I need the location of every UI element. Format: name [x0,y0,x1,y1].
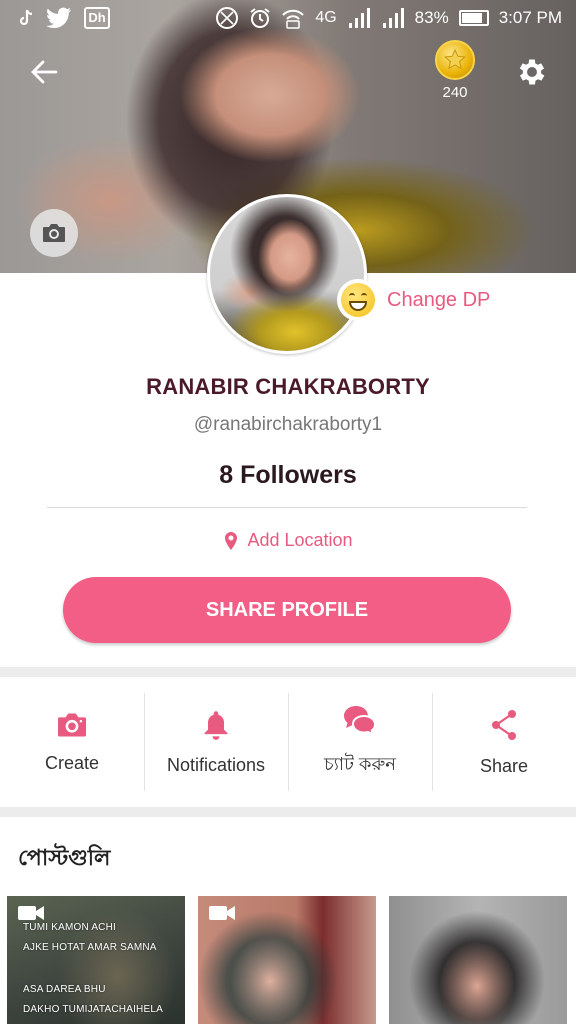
change-dp-button[interactable]: Change DP [337,278,490,322]
coin-count: 240 [442,84,468,101]
tiktok-icon [18,9,34,27]
camera-icon [58,713,86,736]
clock: 3:07 PM [498,8,562,27]
posts-section: পোস্টগুলি TUMI KAMON ACHI AJKE HOTAT AMA… [0,817,576,1024]
volte-icon [281,7,305,29]
share-icon [492,709,516,740]
post-thumbnail[interactable] [198,896,376,1024]
profile-handle: @ranabirchakraborty1 [193,414,383,435]
post-overlay-line: DAKHO TUMIJATACHAIHELA [23,1004,163,1015]
action-row: Create Notifications চ্যাট করুন Share [0,677,576,807]
share-label: Share [479,755,529,776]
network-type: 4G [315,9,337,26]
video-camera-icon [18,906,44,920]
post-overlay-line: TUMI KAMON ACHI [23,922,117,933]
app-badge: Dh [84,7,110,29]
battery-percent: 83% [414,8,449,27]
twitter-icon [46,7,72,29]
header-actions: 240 [0,40,576,110]
chat-label: চ্যাট করুন [323,753,397,774]
status-bar: Dh 4G 83% 3:07 PM [0,0,576,36]
battery-icon [458,10,489,26]
profile-avatar[interactable] [207,194,367,354]
aperture-icon [215,6,239,30]
share-profile-button[interactable]: SHARE PROFILE [63,577,511,643]
chat-icon [344,705,377,736]
video-camera-icon [209,906,235,920]
bell-icon [204,710,228,740]
alarm-icon [249,7,271,29]
change-cover-button[interactable] [30,209,78,257]
followers-count[interactable]: 8 Followers [0,461,576,490]
add-location-label: Add Location [247,530,353,550]
signal-icon-1 [347,7,371,29]
post-thumbnail[interactable] [389,896,567,1024]
create-label: Create [44,752,100,773]
change-dp-label: Change DP [387,288,491,311]
divider [47,507,527,508]
post-overlay-line: ASA DAREA BHU [23,984,106,995]
create-button[interactable]: Create [0,677,144,807]
notifications-label: Notifications [166,754,266,775]
posts-title: পোস্টগুলি [18,845,111,870]
add-location-button[interactable]: Add Location [0,530,576,551]
back-arrow-icon [31,60,58,84]
back-button[interactable] [22,52,66,92]
signal-icon-2 [381,7,405,29]
notifications-button[interactable]: Notifications [144,677,288,807]
profile-name: RANABIR CHAKRABORTY [146,374,430,399]
share-button[interactable]: Share [432,677,576,807]
coin-balance[interactable]: 240 [430,40,480,101]
gear-icon [519,59,545,85]
camera-icon [43,224,65,242]
location-pin-icon [225,531,238,550]
post-overlay-line: AJKE HOTAT AMAR SAMNA [23,942,157,953]
settings-button[interactable] [510,52,554,92]
post-thumbnail[interactable]: TUMI KAMON ACHI AJKE HOTAT AMAR SAMNA AS… [7,896,185,1024]
grinning-emoji-icon [337,279,379,321]
star-coin-icon [435,40,475,80]
chat-button[interactable]: চ্যাট করুন [288,677,432,807]
